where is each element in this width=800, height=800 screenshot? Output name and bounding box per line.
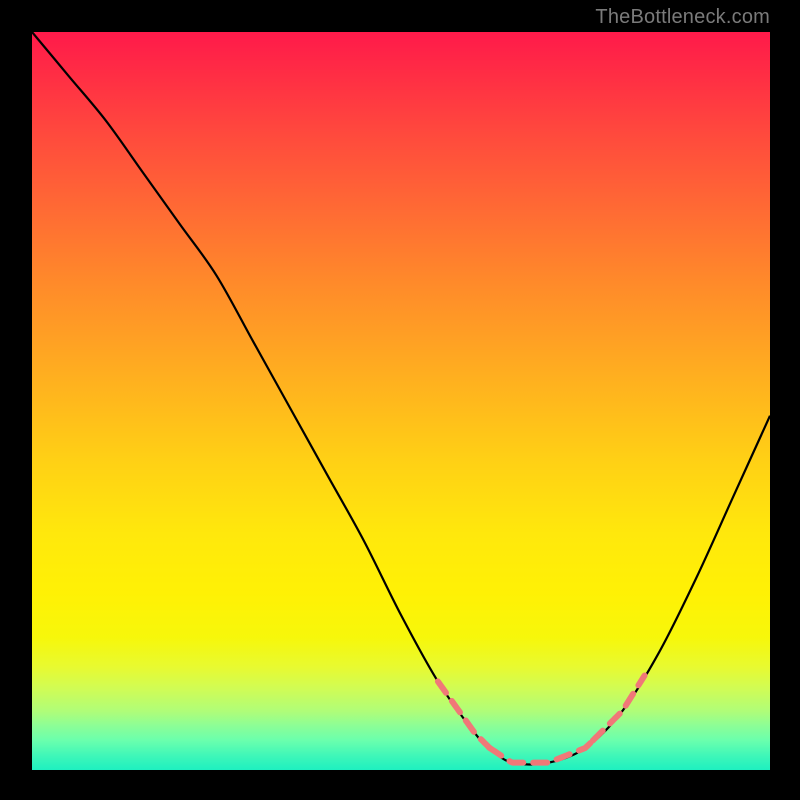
bottleneck-curve xyxy=(32,32,770,764)
right-dash-overlay xyxy=(593,676,645,741)
curve-layer xyxy=(32,32,770,770)
left-dash-overlay xyxy=(438,681,490,747)
plot-area xyxy=(32,32,770,770)
chart-frame: TheBottleneck.com xyxy=(0,0,800,800)
watermark-text: TheBottleneck.com xyxy=(595,6,770,29)
